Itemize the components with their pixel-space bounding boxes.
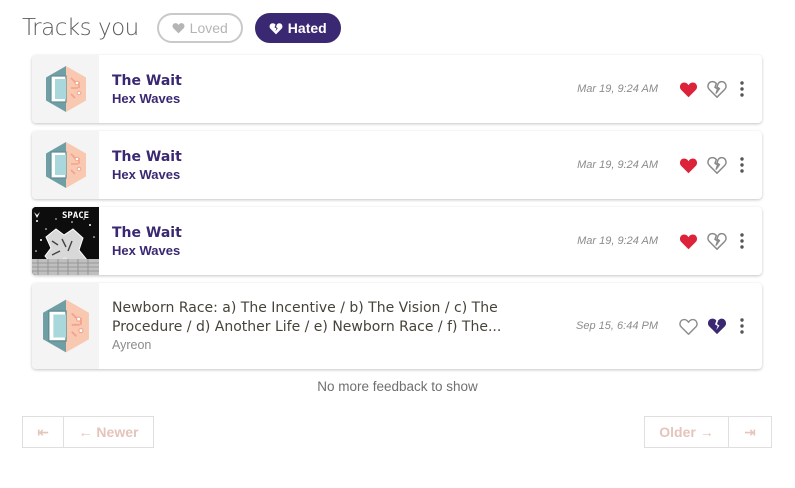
feedback-actions (658, 154, 762, 176)
pagination-newer: ⇤ ← Newer (22, 416, 154, 448)
older-button[interactable]: Older → (644, 416, 729, 448)
feedback-row: The Wait Hex Waves Mar 19, 9:24 AM (32, 55, 762, 123)
cover-text: SPACE (62, 211, 89, 221)
feedback-timestamp: Mar 19, 9:24 AM (577, 159, 658, 171)
loved-filter-button[interactable]: Loved (156, 13, 243, 43)
feedback-timestamp: Sep 15, 6:44 PM (576, 320, 658, 332)
newer-button[interactable]: ← Newer (64, 416, 154, 448)
more-options-icon[interactable] (737, 230, 747, 252)
love-button[interactable] (677, 154, 699, 176)
first-page-button[interactable]: ⇤ (22, 416, 64, 448)
track-info: The Wait Hex Waves (99, 72, 548, 107)
heart-filled-icon (679, 158, 697, 173)
track-info: The Wait Hex Waves (99, 148, 548, 183)
feedback-row: SPACE The Wait Hex Waves Mar 19, 9:24 AM (32, 207, 762, 275)
track-artist[interactable]: Hex Waves (112, 166, 538, 183)
heart-outline-icon (678, 318, 698, 335)
cover-art-placeholder[interactable] (32, 131, 99, 199)
hate-button[interactable] (706, 315, 728, 337)
more-options-icon[interactable] (737, 315, 747, 337)
broken-heart-outline-icon (707, 156, 727, 174)
last-page-button[interactable]: ⇥ (729, 416, 772, 448)
hate-button[interactable] (706, 78, 728, 100)
heart-filled-icon (679, 234, 697, 249)
broken-heart-outline-icon (707, 232, 727, 250)
more-options-icon[interactable] (737, 154, 747, 176)
more-options-icon[interactable] (737, 78, 747, 100)
page-header: Tracks you Loved Hated (22, 12, 353, 44)
track-artist[interactable]: Ayreon (112, 337, 538, 354)
track-title[interactable]: Newborn Race: a) The Incentive / b) The … (112, 299, 538, 337)
love-button[interactable] (677, 315, 699, 337)
track-title[interactable]: The Wait (112, 224, 538, 242)
page-title: Tracks you (22, 15, 139, 41)
hated-filter-label: Hated (287, 20, 327, 36)
heart-icon (172, 23, 185, 34)
heart-filled-icon (679, 82, 697, 97)
feedback-row: The Wait Hex Waves Mar 19, 9:24 AM (32, 131, 762, 199)
pagination-older: Older → ⇥ (644, 416, 772, 448)
track-artist[interactable]: Hex Waves (112, 242, 538, 259)
empty-message: No more feedback to show (317, 379, 478, 394)
hated-filter-button[interactable]: Hated (254, 13, 341, 43)
feedback-timestamp: Mar 19, 9:24 AM (577, 235, 658, 247)
hate-button[interactable] (706, 230, 728, 252)
feedback-actions (658, 230, 762, 252)
track-info: The Wait Hex Waves (99, 224, 548, 259)
track-info: Newborn Race: a) The Incentive / b) The … (99, 299, 548, 354)
feedback-timestamp: Mar 19, 9:24 AM (577, 83, 658, 95)
album-placeholder-icon (45, 66, 86, 112)
broken-heart-outline-icon (707, 80, 727, 98)
loved-filter-label: Loved (189, 20, 228, 36)
feedback-actions (658, 315, 762, 337)
love-button[interactable] (677, 230, 699, 252)
feedback-row: Newborn Race: a) The Incentive / b) The … (32, 283, 762, 369)
cover-art[interactable]: SPACE (32, 207, 99, 275)
track-artist[interactable]: Hex Waves (112, 90, 538, 107)
cover-art-placeholder[interactable] (32, 55, 99, 123)
album-placeholder-icon (42, 299, 89, 353)
track-title[interactable]: The Wait (112, 148, 538, 166)
broken-heart-icon (269, 22, 283, 34)
track-title[interactable]: The Wait (112, 72, 538, 90)
feedback-list: The Wait Hex Waves Mar 19, 9:24 AM The W… (32, 55, 762, 377)
feedback-actions (658, 78, 762, 100)
hate-button[interactable] (706, 154, 728, 176)
album-cover-image: SPACE (32, 207, 99, 275)
album-placeholder-icon (45, 142, 86, 188)
cover-art-placeholder[interactable] (32, 283, 99, 369)
broken-heart-filled-icon (707, 318, 727, 335)
love-button[interactable] (677, 78, 699, 100)
